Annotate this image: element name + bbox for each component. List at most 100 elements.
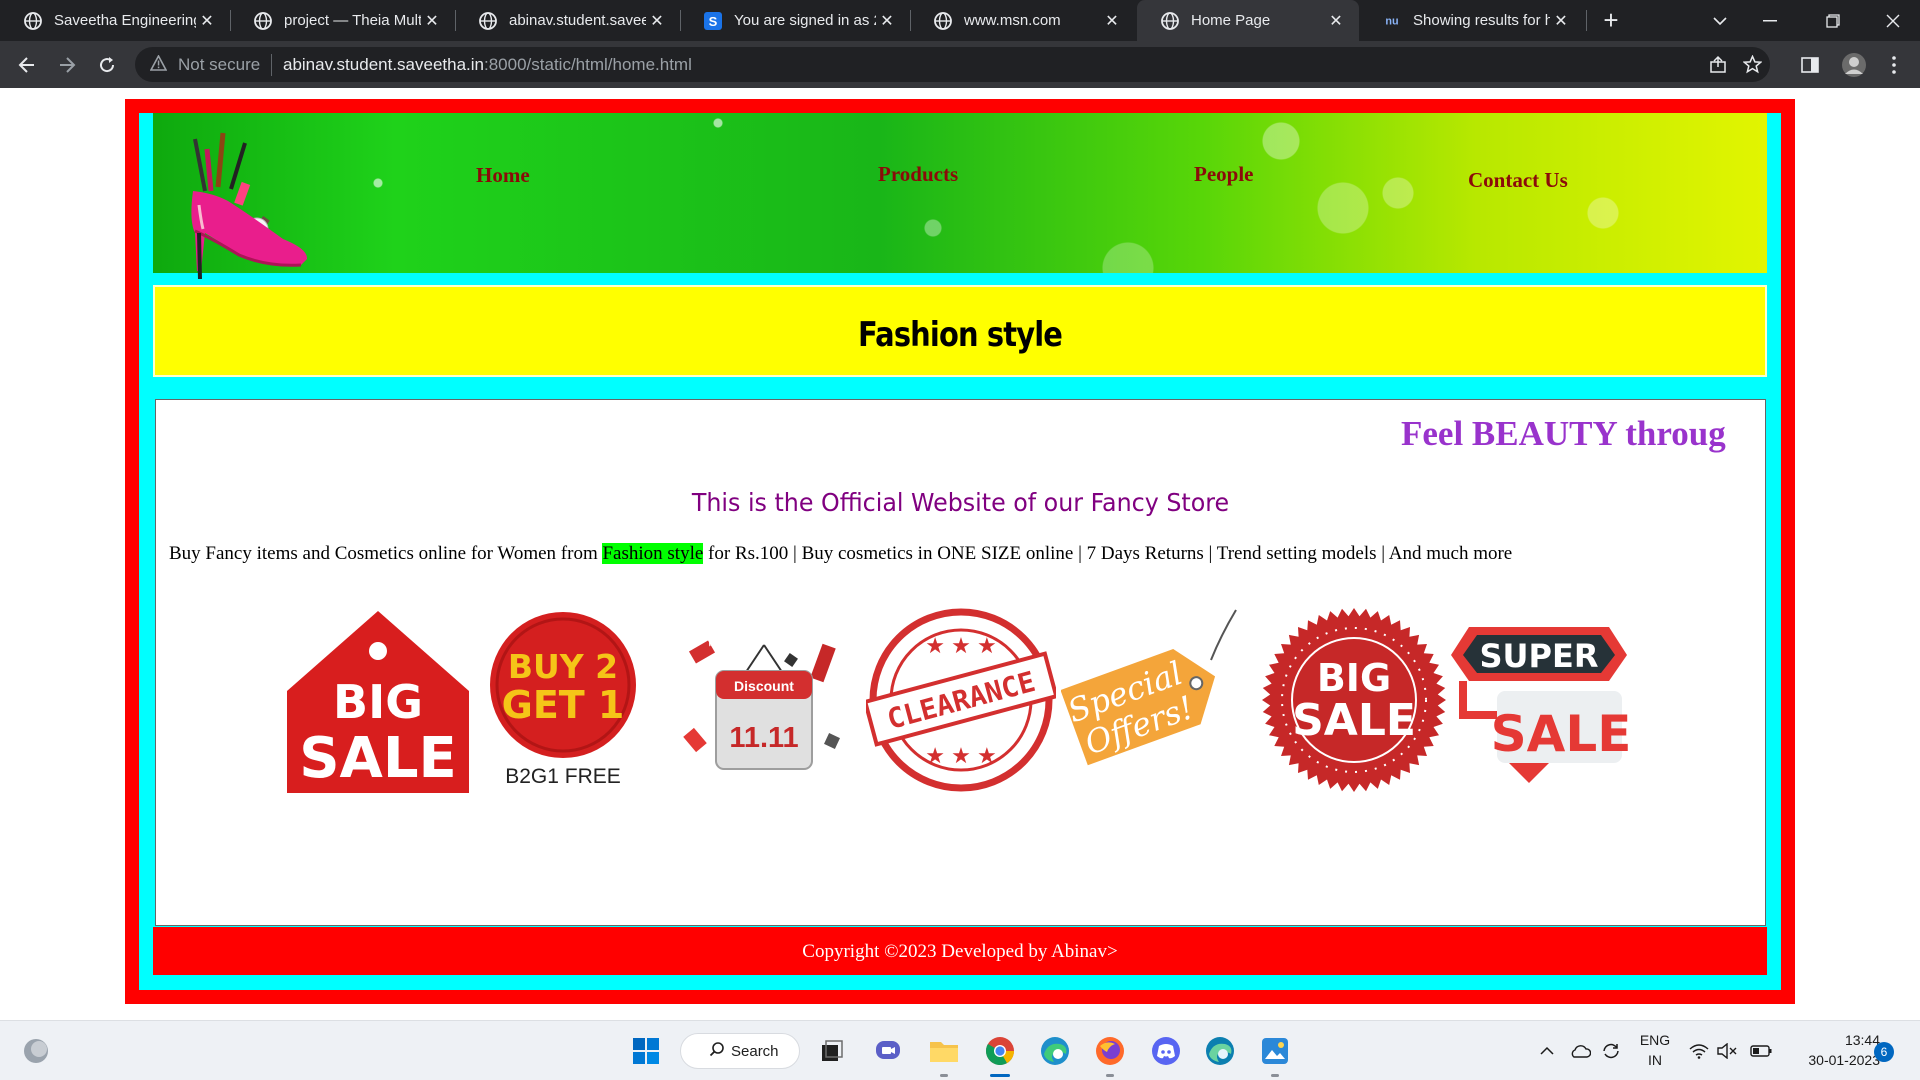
badge-text: Discount (734, 678, 794, 694)
edge-icon[interactable] (1035, 1031, 1075, 1071)
tab-saveetha-engineering[interactable]: Saveetha Engineering ✕ (0, 0, 230, 41)
side-panel-icon[interactable] (1794, 49, 1826, 81)
tab-divider (1586, 10, 1587, 31)
tab-label: project — Theia Multi (284, 12, 421, 29)
chrome-icon[interactable] (980, 1031, 1020, 1071)
warning-icon[interactable] (149, 54, 168, 76)
back-arrow-icon[interactable] (11, 49, 43, 81)
tab-abinav-student[interactable]: abinav.student.saveet ✕ (455, 0, 680, 41)
badge-text: GET 1 (502, 683, 625, 727)
tab-msn[interactable]: www.msn.com ✕ (910, 0, 1135, 41)
close-tab-icon[interactable]: ✕ (1325, 10, 1347, 32)
region-label[interactable]: IN (1632, 1052, 1678, 1068)
chevron-up-icon[interactable] (1532, 1031, 1562, 1071)
nav-home[interactable]: Home (476, 163, 530, 188)
special-offers-tag-image: Special Offers! (1061, 609, 1237, 766)
url-host: abinav.student.saveetha.in (283, 55, 484, 74)
nav-products[interactable]: Products (878, 162, 958, 187)
badge-text: SALE (299, 726, 457, 791)
badge-text: SALE (1491, 705, 1629, 763)
url-path: :8000/static/html/home.html (484, 55, 692, 74)
restore-icon[interactable] (1808, 0, 1858, 41)
minimize-icon[interactable] (1745, 0, 1795, 41)
tab-theia[interactable]: project — Theia Multi ✕ (230, 0, 455, 41)
close-window-icon[interactable] (1868, 0, 1918, 41)
desc-text: for Rs.100 | Buy cosmetics in ONE SIZE o… (703, 543, 1513, 564)
security-label[interactable]: Not secure (178, 55, 260, 75)
subtitle: This is the Official Website of our Fanc… (691, 488, 1230, 517)
tab-label: Saveetha Engineering (54, 12, 196, 29)
badge-caption: B2G1 FREE (505, 765, 621, 788)
page-frame: Home Products People Contact Us Fashion … (125, 99, 1795, 1004)
tab-home-page[interactable]: Home Page ✕ (1137, 0, 1359, 41)
firefox-icon[interactable] (1090, 1031, 1130, 1071)
description: Buy Fancy items and Cosmetics online for… (169, 543, 1512, 565)
speaker-mute-icon[interactable] (1712, 1031, 1742, 1071)
edge-beta-icon[interactable] (1200, 1031, 1240, 1071)
battery-icon[interactable] (1746, 1031, 1776, 1071)
globe-icon (934, 11, 952, 30)
close-tab-icon[interactable]: ✕ (1101, 10, 1123, 32)
taskbar-search[interactable]: Search (680, 1033, 800, 1069)
forward-arrow-icon[interactable] (51, 49, 83, 81)
avatar[interactable] (1838, 49, 1870, 81)
photos-app-icon[interactable] (1255, 1031, 1295, 1071)
sync-icon[interactable] (1596, 1031, 1626, 1071)
tab-showing-results[interactable]: nu Showing results for h ✕ (1359, 0, 1584, 41)
running-indicator (1106, 1074, 1114, 1077)
taskbar: Search ENG IN 13:44 30-01-2023 6 (0, 1020, 1920, 1080)
wifi-icon[interactable] (1684, 1031, 1714, 1071)
site-header: Home Products People Contact Us (153, 113, 1767, 279)
badge-text: SALE (1292, 695, 1416, 746)
s-app-icon: S (704, 11, 722, 30)
copyright-text: Copyright ©2023 Developed by Abinav> (802, 941, 1118, 962)
super-sale-image: SUPER SALE (1451, 627, 1629, 783)
tab-strip: Saveetha Engineering ✕ project — Theia M… (0, 0, 1920, 41)
discount-calendar-image: 70% Discount 11.11 (683, 625, 840, 770)
badge-text: BIG (1317, 656, 1391, 700)
share-icon[interactable] (1702, 48, 1734, 80)
globe-icon (24, 11, 42, 30)
badge-text: BIG (333, 675, 423, 729)
tab-search-icon[interactable] (1695, 0, 1745, 41)
notification-badge[interactable]: 6 (1874, 1042, 1894, 1062)
nav-contact-us[interactable]: Contact Us (1468, 168, 1568, 193)
reload-icon[interactable] (91, 49, 123, 81)
tab-signed-in[interactable]: S You are signed in as 2 ✕ (680, 0, 910, 41)
windows-start-icon[interactable] (626, 1031, 666, 1071)
divider (271, 54, 272, 76)
badge-text: SUPER (1480, 637, 1599, 675)
tab-label: www.msn.com (964, 12, 1061, 29)
running-indicator (1271, 1074, 1279, 1077)
teams-chat-icon[interactable] (868, 1031, 908, 1071)
address-bar[interactable]: Not secure abinav.student.saveetha.in:80… (135, 47, 1770, 82)
file-explorer-icon[interactable] (924, 1031, 964, 1071)
svg-text:★ ★ ★: ★ ★ ★ (925, 633, 996, 658)
language-label[interactable]: ENG (1632, 1032, 1678, 1048)
new-tab-button[interactable]: + (1596, 0, 1626, 41)
task-view-icon[interactable] (812, 1031, 852, 1071)
close-tab-icon[interactable]: ✕ (646, 10, 668, 32)
close-tab-icon[interactable]: ✕ (1550, 10, 1572, 32)
weather-widget-icon[interactable] (16, 1031, 56, 1071)
globe-icon (479, 11, 497, 30)
nav-people[interactable]: People (1194, 162, 1253, 187)
url-text[interactable]: abinav.student.saveetha.in:8000/static/h… (283, 55, 692, 75)
globe-icon (254, 11, 272, 30)
menu-kebab-icon[interactable] (1878, 49, 1910, 81)
close-tab-icon[interactable]: ✕ (421, 10, 443, 32)
discord-icon[interactable] (1146, 1031, 1186, 1071)
main-content: Feel BEAUTY throug This is the Official … (155, 399, 1766, 926)
onedrive-cloud-icon[interactable] (1565, 1031, 1595, 1071)
clock-time[interactable]: 13:44 (1780, 1032, 1880, 1048)
close-tab-icon[interactable]: ✕ (876, 10, 898, 32)
marquee: Feel BEAUTY throug (156, 400, 1752, 470)
title-banner: Fashion style (153, 285, 1767, 377)
clock-date[interactable]: 30-01-2023 (1780, 1052, 1880, 1068)
active-indicator (990, 1074, 1010, 1077)
close-tab-icon[interactable]: ✕ (196, 10, 218, 32)
bookmark-star-icon[interactable] (1736, 48, 1768, 80)
clearance-stamp-image: ★ ★ ★ ★ ★ ★ CLEARANCE (866, 608, 1056, 792)
site-footer: Copyright ©2023 Developed by Abinav> (153, 927, 1767, 975)
site-title: Fashion style (857, 315, 1063, 355)
